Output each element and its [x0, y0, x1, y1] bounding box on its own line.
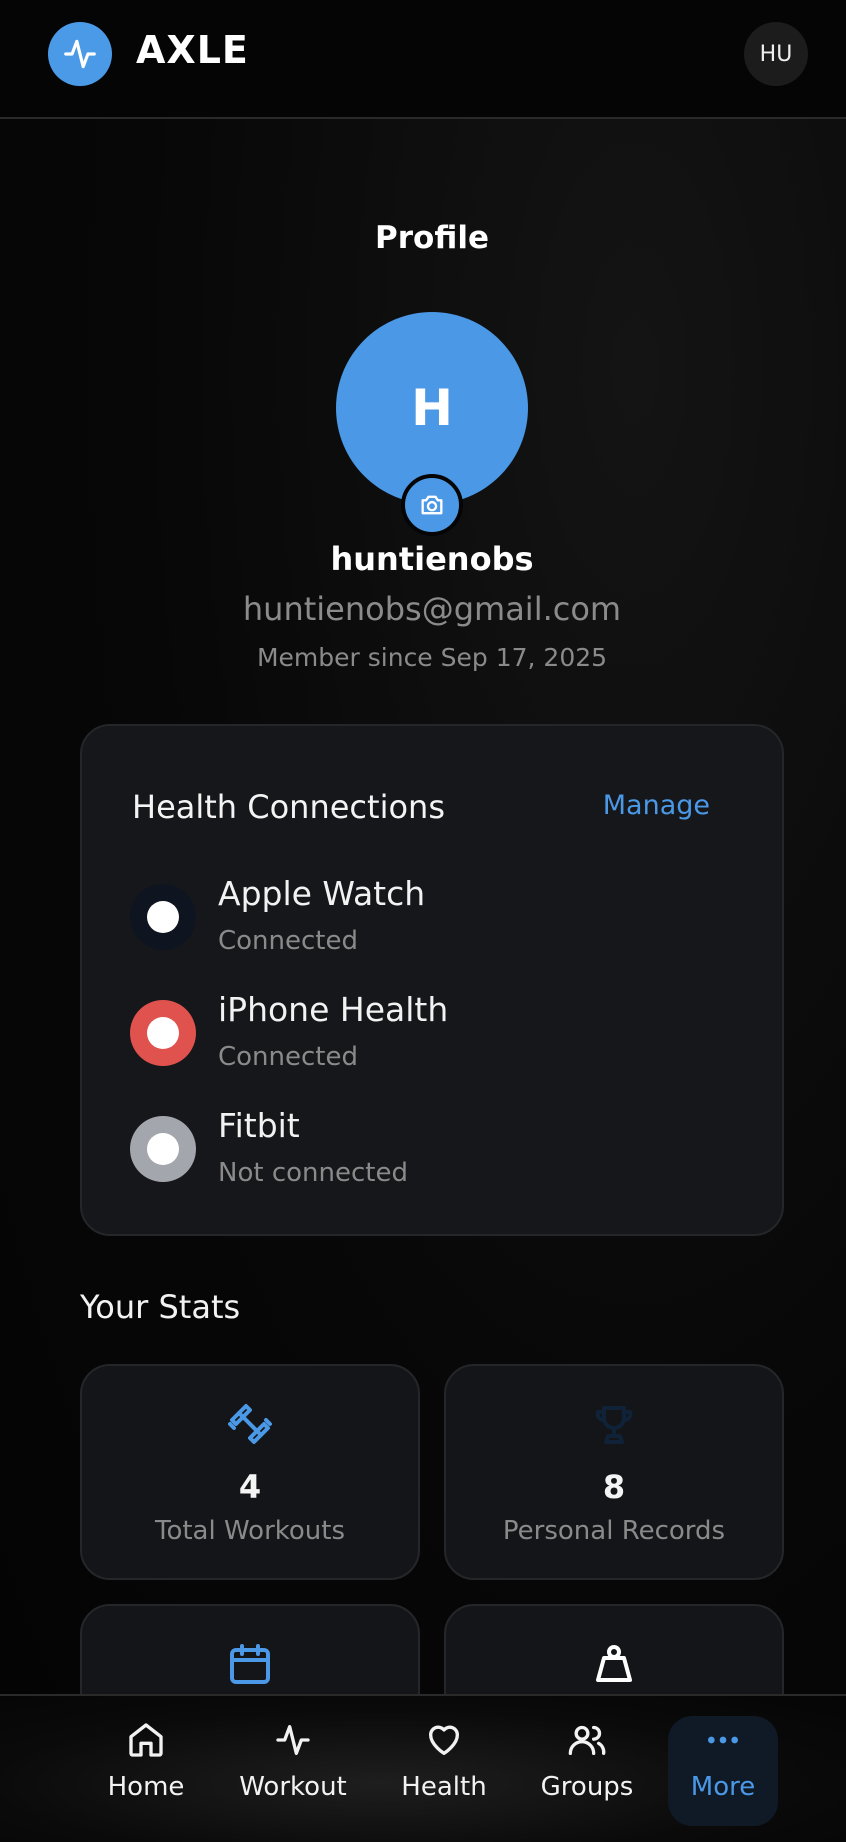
nav-label: Workout	[239, 1772, 347, 1802]
nav-health[interactable]: Health	[396, 1716, 492, 1826]
users-icon	[568, 1725, 606, 1755]
nav-more[interactable]: More	[668, 1716, 778, 1826]
health-connections-card: Health Connections Manage Apple Watch Co…	[80, 724, 784, 1236]
profile-username: huntienobs	[330, 540, 534, 578]
more-icon	[708, 1736, 738, 1744]
calendar-icon	[230, 1644, 270, 1684]
apple-watch-status-dot	[130, 884, 196, 950]
stat-label: Personal Records	[502, 1516, 726, 1546]
stat-personal-records[interactable]: 8 Personal Records	[444, 1364, 784, 1580]
manage-connections-link[interactable]: Manage	[603, 790, 710, 821]
home-icon	[129, 1723, 163, 1757]
device-status: Connected	[218, 926, 359, 956]
member-since: Member since Sep 17, 2025	[256, 643, 608, 672]
iphone-health-status-dot	[130, 1000, 196, 1066]
profile-email: huntienobs@gmail.com	[242, 590, 622, 628]
device-name: Fitbit	[218, 1106, 300, 1145]
camera-icon	[421, 495, 443, 515]
dumbbell-icon	[228, 1404, 272, 1444]
nav-groups[interactable]: Groups	[536, 1716, 638, 1826]
stat-label: Total Workouts	[154, 1516, 346, 1546]
nav-label: Health	[401, 1772, 487, 1802]
device-fitbit[interactable]: Fitbit Not connected	[130, 1106, 730, 1196]
device-status: Connected	[218, 1042, 359, 1072]
user-avatar-button[interactable]: HU	[744, 22, 808, 86]
change-photo-button[interactable]	[401, 474, 463, 536]
health-connections-title: Health Connections	[132, 788, 445, 826]
stat-value: 4	[238, 1468, 262, 1506]
device-iphone-health[interactable]: iPhone Health Connected	[130, 990, 730, 1080]
activity-icon	[64, 39, 96, 69]
app-logo[interactable]	[48, 22, 112, 86]
device-name: iPhone Health	[218, 990, 449, 1029]
stats-title: Your Stats	[80, 1288, 241, 1326]
weight-icon	[596, 1645, 632, 1682]
bottom-nav: Home Workout Health Groups More	[0, 1694, 846, 1842]
fitbit-status-dot	[130, 1116, 196, 1182]
nav-label: More	[690, 1772, 756, 1802]
app-brand: AXLE	[136, 28, 249, 72]
stat-total-workouts[interactable]: 4 Total Workouts	[80, 1364, 420, 1580]
device-status: Not connected	[218, 1158, 408, 1188]
page-title: Profile	[375, 220, 489, 256]
nav-label: Groups	[540, 1772, 634, 1802]
trophy-icon	[595, 1406, 633, 1444]
nav-home[interactable]: Home	[96, 1716, 196, 1826]
device-apple-watch[interactable]: Apple Watch Connected	[130, 874, 730, 964]
device-name: Apple Watch	[218, 874, 426, 913]
nav-label: Home	[107, 1772, 185, 1802]
stat-value: 8	[602, 1468, 626, 1506]
nav-workout[interactable]: Workout	[232, 1716, 354, 1826]
app-header: AXLE HU	[0, 0, 846, 119]
heart-icon	[429, 1725, 459, 1755]
activity-icon	[276, 1725, 310, 1755]
